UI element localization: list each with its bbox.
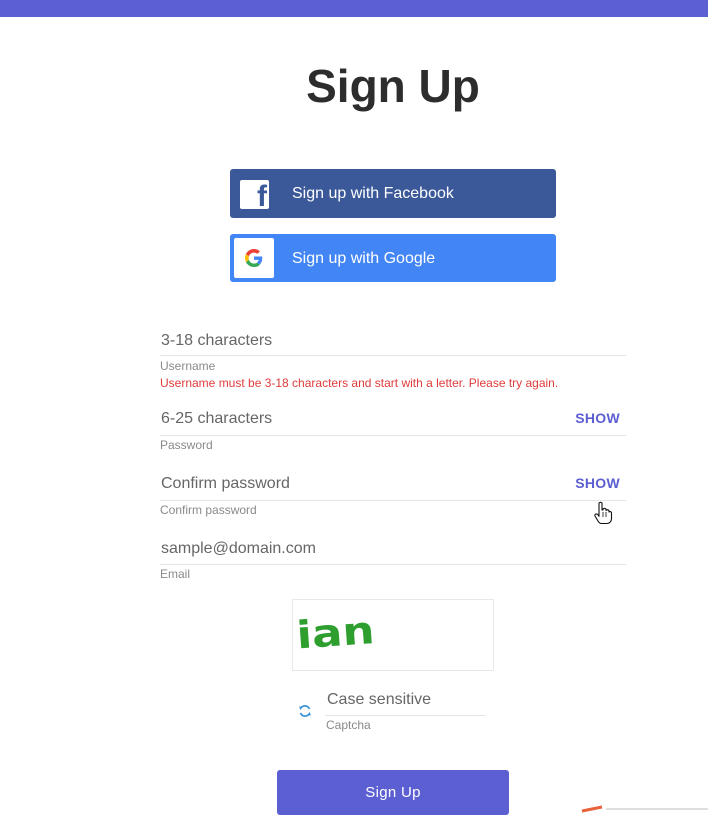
google-signup-label: Sign up with Google — [292, 250, 436, 267]
password-show-toggle[interactable]: SHOW — [575, 410, 620, 426]
refresh-icon[interactable] — [298, 704, 312, 718]
facebook-icon: f — [240, 180, 269, 212]
google-icon — [234, 238, 274, 278]
confirm-password-label: Confirm password — [160, 503, 257, 517]
username-error: Username must be 3-18 characters and sta… — [160, 376, 559, 390]
password-input[interactable]: 6-25 characters — [161, 409, 272, 429]
captcha-text: ian — [295, 608, 376, 657]
sign-up-button[interactable]: Sign Up — [277, 770, 509, 815]
top-accent-bar — [0, 0, 708, 17]
hand-cursor-icon — [593, 501, 613, 530]
captcha-input[interactable]: Case sensitive — [327, 690, 431, 710]
username-underline — [160, 355, 626, 356]
email-label: Email — [160, 567, 191, 581]
username-label: Username — [160, 359, 216, 373]
corner-decoration — [580, 800, 708, 818]
email-input[interactable]: sample@domain.com — [161, 539, 316, 559]
captcha-label: Captcha — [326, 718, 371, 732]
confirm-password-show-toggle[interactable]: SHOW — [575, 475, 620, 491]
confirm-password-underline — [160, 500, 626, 501]
page-title: Sign Up — [306, 60, 480, 112]
password-label: Password — [160, 438, 213, 452]
captcha-underline — [325, 715, 486, 716]
facebook-signup-label: Sign up with Facebook — [292, 185, 454, 202]
facebook-signup-button[interactable]: f Sign up with Facebook — [230, 169, 556, 218]
email-underline — [160, 564, 626, 565]
captcha-image: ian — [292, 599, 494, 671]
password-underline — [160, 435, 626, 436]
username-input[interactable]: 3-18 characters — [161, 331, 272, 351]
confirm-password-input[interactable]: Confirm password — [161, 474, 290, 494]
google-signup-button[interactable]: Sign up with Google — [230, 234, 556, 282]
